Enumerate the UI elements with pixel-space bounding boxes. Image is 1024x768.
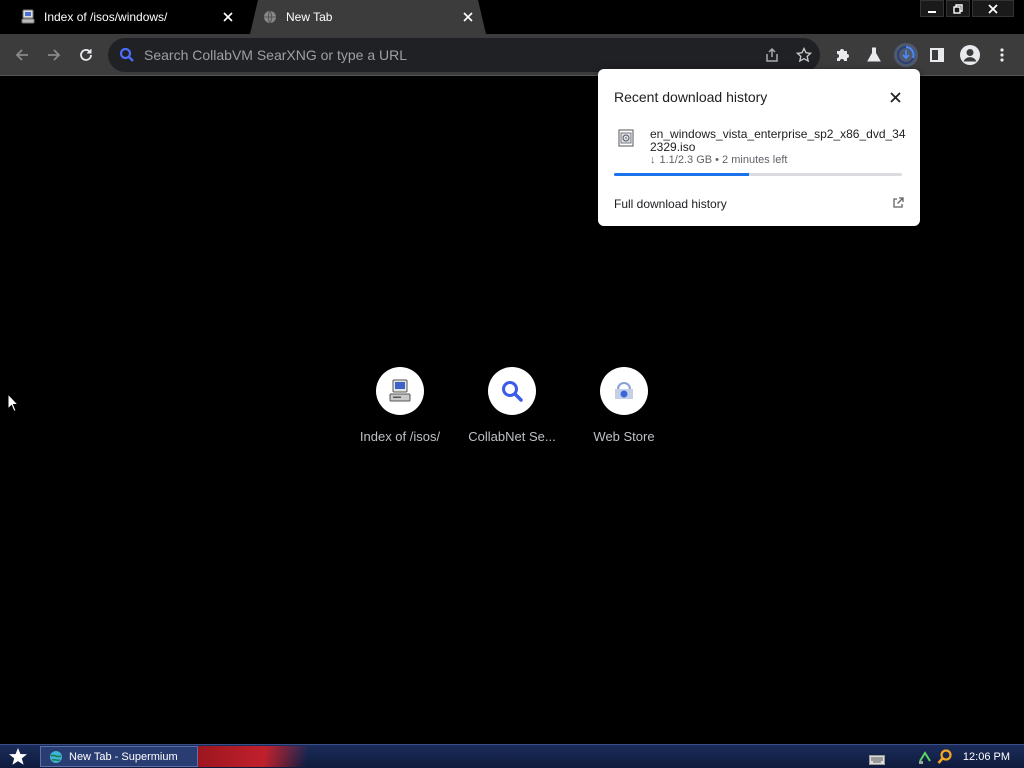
download-status-text: 1.1/2.3 GB • 2 minutes left	[659, 154, 788, 166]
taskbar-decoration	[198, 746, 318, 767]
arrow-down-icon: ↓	[650, 154, 656, 166]
shortcut-tiles: Index of /isos/ CollabNet Se... Web Stor…	[344, 367, 680, 444]
taskbar-clock[interactable]: 12:06 PM	[963, 751, 1010, 763]
server-icon	[376, 367, 424, 415]
share-icon[interactable]	[756, 38, 788, 72]
labs-flask-icon[interactable]	[859, 40, 889, 70]
disc-image-file-icon	[618, 129, 634, 147]
omnibox-placeholder[interactable]: Search CollabVM SearXNG or type a URL	[144, 47, 756, 63]
shortcut-label: Web Store	[593, 429, 655, 444]
omnibox[interactable]: Search CollabVM SearXNG or type a URL	[108, 38, 820, 72]
open-in-new-icon	[892, 196, 904, 212]
taskbar-item-new-tab-supermium[interactable]: New Tab - Supermium	[40, 746, 198, 767]
close-window-icon[interactable]	[972, 0, 1014, 17]
restore-icon[interactable]	[946, 0, 970, 17]
server-icon	[20, 9, 36, 25]
mouse-cursor-icon	[7, 392, 20, 413]
download-status: ↓ 1.1/2.3 GB • 2 minutes left	[650, 154, 787, 166]
download-filename: en_windows_vista_enterprise_sp2_x86_dvd_…	[650, 127, 906, 154]
reload-icon[interactable]	[71, 40, 101, 70]
start-button[interactable]	[4, 746, 32, 768]
back-arrow-icon[interactable]	[7, 40, 37, 70]
close-tab-icon[interactable]	[216, 5, 240, 29]
tab-new-tab[interactable]: New Tab	[250, 0, 486, 34]
shortcut-web-store[interactable]: Web Store	[568, 367, 680, 444]
close-icon[interactable]	[886, 88, 904, 106]
full-download-history-label: Full download history	[614, 197, 727, 211]
menu-kebab-icon[interactable]	[987, 40, 1017, 70]
window-controls	[918, 0, 1014, 18]
network-icon[interactable]	[917, 749, 933, 765]
extensions-puzzle-icon[interactable]	[827, 40, 857, 70]
shortcut-collabnet-search[interactable]: CollabNet Se...	[456, 367, 568, 444]
supermium-globe-icon	[49, 750, 63, 764]
globe-icon	[262, 9, 278, 25]
shortcut-label: Index of /isos/	[359, 429, 441, 444]
webstore-icon	[600, 367, 648, 415]
tab-title: Index of /isos/windows/	[44, 10, 168, 24]
keyboard-icon[interactable]	[868, 752, 885, 765]
search-icon	[488, 367, 536, 415]
start-star-icon	[9, 748, 27, 765]
system-tray: 12:06 PM	[868, 746, 1024, 767]
tab-title: New Tab	[286, 10, 333, 24]
download-item[interactable]: en_windows_vista_enterprise_sp2_x86_dvd_…	[614, 125, 906, 185]
download-bubble: Recent download history en_windows_vista…	[598, 69, 920, 226]
tab-index-of-isos[interactable]: Index of /isos/windows/	[8, 0, 246, 34]
minimize-icon[interactable]	[920, 0, 944, 17]
side-panel-icon[interactable]	[922, 40, 952, 70]
profile-avatar-icon[interactable]	[955, 40, 985, 70]
download-progress-icon[interactable]	[891, 40, 921, 70]
shortcut-index-of-isos[interactable]: Index of /isos/	[344, 367, 456, 444]
close-tab-icon[interactable]	[456, 5, 480, 29]
search-icon	[110, 38, 144, 72]
download-progress-fill	[614, 173, 750, 176]
bookmark-star-icon[interactable]	[788, 38, 820, 72]
forward-arrow-icon[interactable]	[39, 40, 69, 70]
taskbar-item-label: New Tab - Supermium	[69, 750, 178, 763]
search-tray-icon[interactable]	[937, 748, 953, 765]
tab-strip: Index of /isos/windows/ New Tab	[0, 0, 1024, 34]
download-progress-bar	[614, 173, 902, 176]
taskbar: New Tab - Supermium 12:06 PM	[0, 744, 1024, 768]
download-bubble-title: Recent download history	[614, 89, 768, 105]
shortcut-label: CollabNet Se...	[468, 429, 556, 444]
full-download-history-link[interactable]: Full download history	[614, 195, 904, 213]
